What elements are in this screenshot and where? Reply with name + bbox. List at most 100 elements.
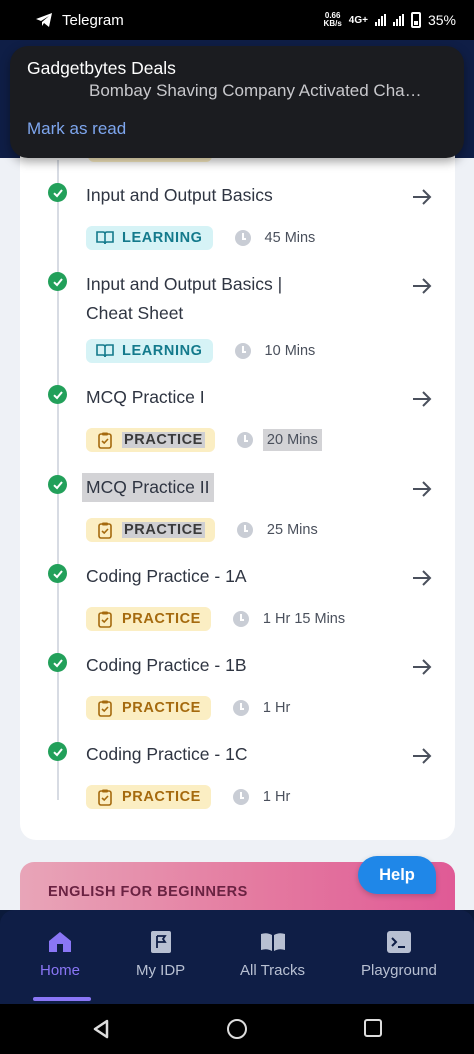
title-line-2: Cheat Sheet [86,303,184,323]
learning-badge: LEARNING [86,339,213,363]
arrow-right-icon[interactable] [410,655,434,679]
badge-label: PRACTICE [122,700,201,716]
badge-label: PRACTICE [122,611,201,627]
badge-label: PRACTICE [122,432,205,448]
title-line-1: Input and Output Basics | [86,274,283,294]
help-button[interactable]: Help [358,856,436,894]
nav-playground-label: Playground [361,962,437,979]
notification-banner[interactable]: Gadgetbytes Deals Bombay Shaving Company… [10,46,464,158]
speed-unit: KB/s [323,19,342,28]
bottom-nav: Home My IDP All Tracks Playground [0,910,474,1004]
duration: 25 Mins [266,522,318,538]
course-item-meta: PRACTICE 20 Mins [86,428,322,452]
terminal-icon [386,931,411,953]
duration: 1 Hr [262,700,291,716]
system-nav-bar [0,1004,474,1054]
clock-icon [232,611,249,627]
check-icon [48,653,67,672]
course-item-title: Input and Output Basics [86,185,273,205]
flag-icon [150,931,171,953]
course-item-title: Coding Practice - 1C [86,744,248,764]
arrow-right-icon[interactable] [410,387,434,411]
check-icon [48,742,67,761]
clock-icon [232,700,249,716]
practice-badge: PRACTICE [86,696,211,720]
clipboard-check-icon [98,611,112,628]
english-card-label: ENGLISH FOR BEGINNERS [48,884,248,900]
learning-badge: LEARNING [86,226,213,250]
status-bar: Telegram 0.66 KB/s 4G+ 35% [0,0,474,40]
nav-my-idp-label: My IDP [136,962,186,979]
duration: 1 Hr 15 Mins [262,611,346,627]
signal-icon [374,14,386,26]
nav-all-tracks-label: All Tracks [240,962,306,979]
course-item-meta: LEARNING 45 Mins [86,226,315,250]
check-icon [48,385,67,404]
arrow-right-icon[interactable] [410,744,434,768]
book-open-icon [96,344,114,358]
check-icon [48,272,67,291]
home-button-icon[interactable] [227,1019,247,1039]
duration: 20 Mins [262,429,322,451]
network-speed: 0.66 KB/s [324,12,342,28]
clock-icon [234,343,251,359]
course-item-title: MCQ Practice II [82,473,214,502]
telegram-indicator: Telegram [36,12,124,29]
arrow-right-icon[interactable] [410,566,434,590]
signal-icon-2 [392,14,404,26]
check-icon [48,183,67,202]
battery-level: 35% [427,12,456,28]
clock-icon [232,789,249,805]
course-item-title: Coding Practice - 1B [86,655,247,675]
course-item-title: MCQ Practice I [86,387,205,407]
practice-badge: PRACTICE [86,607,211,631]
clock-icon [236,522,253,538]
recents-icon[interactable] [364,1019,382,1037]
clipboard-check-icon [98,522,112,539]
clock-icon [234,230,251,246]
mark-as-read-button[interactable]: Mark as read [27,119,126,139]
book-icon [260,933,285,951]
badge-label: LEARNING [122,230,203,246]
course-item-title: Coding Practice - 1A [86,566,247,586]
duration: 10 Mins [264,343,316,359]
clipboard-check-icon [98,789,112,806]
badge-label: PRACTICE [122,522,205,538]
notification-body: Bombay Shaving Company Activated Cha… [89,81,422,100]
practice-badge: PRACTICE [86,518,215,542]
course-item-meta: PRACTICE 1 Hr [86,696,290,720]
practice-badge: PRACTICE [86,428,215,452]
arrow-right-icon[interactable] [410,477,434,501]
course-item-meta: PRACTICE 1 Hr 15 Mins [86,607,345,631]
battery-icon [410,12,421,28]
notification-title: Gadgetbytes Deals [27,58,176,78]
course-item-title: Input and Output Basics | Cheat Sheet [86,270,386,328]
badge-label: PRACTICE [122,789,201,805]
active-tab-indicator [33,997,91,1001]
check-icon [48,564,67,583]
check-icon [48,475,67,494]
clipboard-check-icon [98,700,112,717]
course-item-meta: LEARNING 10 Mins [86,339,315,363]
clock-icon [236,432,253,448]
nav-home-label: Home [40,962,81,979]
back-icon[interactable] [92,1019,110,1039]
course-item-meta: PRACTICE 25 Mins [86,518,318,542]
practice-badge: PRACTICE [86,785,211,809]
nav-my-idp[interactable]: My IDP [136,930,185,979]
nav-playground[interactable]: Playground [361,930,437,979]
course-item-meta: PRACTICE 1 Hr [86,785,290,809]
telegram-icon [36,13,52,27]
duration: 1 Hr [262,789,291,805]
clipboard-check-icon [98,432,112,449]
book-open-icon [96,231,114,245]
badge-label: LEARNING [122,343,203,359]
nav-all-tracks[interactable]: All Tracks [240,930,305,979]
duration: 45 Mins [264,230,316,246]
arrow-right-icon[interactable] [410,185,434,209]
arrow-right-icon[interactable] [410,274,434,298]
nav-home[interactable]: Home [40,930,80,979]
home-icon [49,932,71,952]
status-app-name: Telegram [62,11,124,29]
network-type: 4G+ [348,14,368,26]
